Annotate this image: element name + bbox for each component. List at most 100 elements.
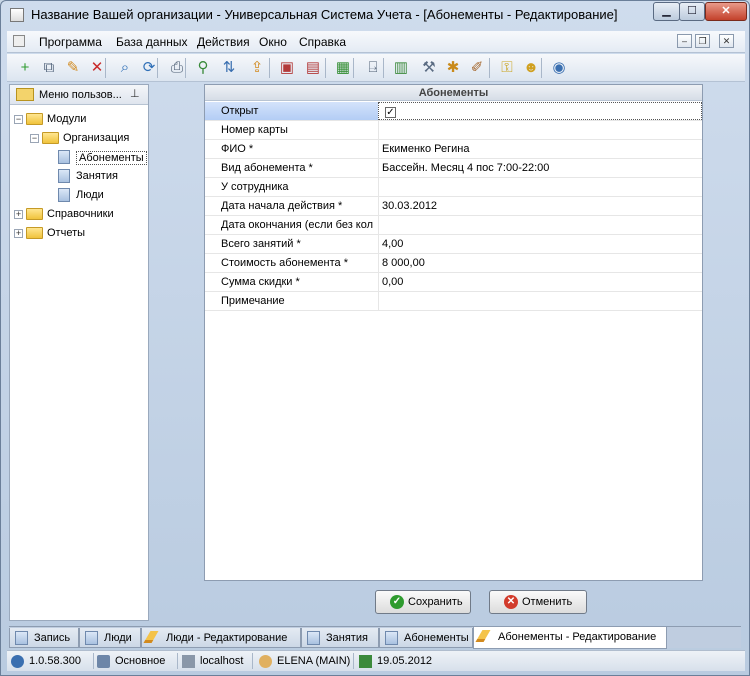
menu-help[interactable]: Справка bbox=[299, 35, 346, 49]
app-icon[interactable] bbox=[10, 8, 24, 22]
field-label: ФИО * bbox=[221, 143, 254, 155]
app-window: Название Вашей организации - Универсальн… bbox=[0, 0, 750, 676]
maximize-button[interactable]: ☐ bbox=[679, 2, 705, 21]
tools-icon[interactable]: ⚒ bbox=[419, 58, 439, 78]
field-value[interactable]: ✓ bbox=[378, 102, 702, 120]
open-checkbox[interactable]: ✓ bbox=[385, 107, 396, 118]
expander-icon[interactable]: − bbox=[14, 115, 23, 124]
field-value[interactable] bbox=[378, 178, 702, 196]
folder-icon bbox=[16, 88, 34, 101]
field-value[interactable]: Екименко Регина bbox=[378, 140, 702, 158]
refresh-icon[interactable]: ⟳ bbox=[139, 58, 159, 78]
toolbar-separator bbox=[489, 58, 490, 78]
calendar-icon[interactable]: ▥ bbox=[391, 58, 411, 78]
toolbar-separator bbox=[157, 58, 158, 78]
document-icon bbox=[58, 150, 70, 164]
form-row[interactable]: Примечание bbox=[205, 292, 702, 311]
field-value[interactable]: 0,00 bbox=[378, 273, 702, 291]
menu-database[interactable]: База данных bbox=[116, 35, 187, 49]
form-row[interactable]: Стоимость абонемента * 8 000,00 bbox=[205, 254, 702, 273]
tab-label: Занятия bbox=[326, 632, 368, 644]
field-value[interactable]: 30.03.2012 bbox=[378, 197, 702, 215]
mdi-restore-button[interactable]: ❐ bbox=[695, 34, 710, 48]
tab-0[interactable]: Запись bbox=[9, 628, 79, 648]
field-value[interactable] bbox=[378, 121, 702, 139]
pin-icon[interactable]: ⊥ bbox=[130, 87, 140, 100]
window-icon bbox=[15, 631, 28, 645]
tab-5[interactable]: Абонементы - Редактирование bbox=[473, 627, 667, 649]
expander-icon[interactable]: + bbox=[14, 229, 23, 238]
sort-icon[interactable]: ⇅ bbox=[219, 58, 239, 78]
form-row[interactable]: Номер карты bbox=[205, 121, 702, 140]
status-divider bbox=[252, 653, 253, 669]
form-row[interactable]: Дата начала действия * 30.03.2012 bbox=[205, 197, 702, 216]
field-value[interactable] bbox=[378, 292, 702, 310]
form-row[interactable]: Сумма скидки * 0,00 bbox=[205, 273, 702, 292]
toolbar-separator bbox=[269, 58, 270, 78]
excel-icon[interactable]: ▦ bbox=[333, 58, 353, 78]
mdi-minimize-button[interactable]: – bbox=[677, 34, 692, 48]
tree-item-label: Абонементы bbox=[76, 151, 147, 165]
copy-icon[interactable]: ⧉ bbox=[39, 58, 59, 78]
tab-1[interactable]: Люди bbox=[79, 628, 141, 648]
edit-form: Абонементы Открыт ✓ Номер карты ФИО * Екимен… bbox=[204, 84, 703, 581]
search-icon[interactable]: ⌕ bbox=[115, 58, 135, 78]
field-value[interactable]: 8 000,00 bbox=[378, 254, 702, 272]
form-row[interactable]: Открыт ✓ bbox=[205, 102, 702, 121]
user-icon bbox=[259, 655, 272, 668]
expander-icon[interactable]: + bbox=[14, 210, 23, 219]
help-icon[interactable]: ◉ bbox=[549, 58, 569, 78]
edit-pencil-icon bbox=[475, 630, 491, 642]
checkmark-icon: ✓ bbox=[390, 595, 404, 609]
expander-icon[interactable]: − bbox=[30, 134, 39, 143]
menu-program[interactable]: Программа bbox=[39, 35, 102, 49]
tab-3[interactable]: Занятия bbox=[301, 628, 379, 648]
document-icon[interactable] bbox=[13, 35, 25, 47]
cancel-x-icon: ✕ bbox=[504, 595, 518, 609]
mdi-close-button[interactable]: ✕ bbox=[719, 34, 734, 48]
folder-icon bbox=[26, 113, 43, 125]
add-icon[interactable]: + bbox=[15, 58, 35, 78]
settings-icon[interactable]: ✱ bbox=[443, 58, 463, 78]
form-row[interactable]: Всего занятий * 4,00 bbox=[205, 235, 702, 254]
form-row[interactable]: ФИО * Екименко Регина bbox=[205, 140, 702, 159]
exit-door-icon[interactable]: ⍈ bbox=[363, 58, 383, 78]
report-icon[interactable]: ✐ bbox=[467, 58, 487, 78]
field-label: Вид абонемента * bbox=[221, 162, 313, 174]
menu-window[interactable]: Окно bbox=[259, 35, 287, 49]
tab-2[interactable]: Люди - Редактирование bbox=[141, 628, 301, 648]
toolbar-separator bbox=[383, 58, 384, 78]
field-value-text: Бассейн. Месяц 4 пос 7:00-22:00 bbox=[382, 162, 550, 174]
toolbar-separator bbox=[541, 58, 542, 78]
field-value[interactable]: Бассейн. Месяц 4 пос 7:00-22:00 bbox=[378, 159, 702, 177]
tab-4[interactable]: Абонементы bbox=[379, 628, 473, 648]
save-button[interactable]: ✓ Сохранить bbox=[375, 590, 471, 614]
window-close-icon[interactable]: ▤ bbox=[303, 58, 323, 78]
form-row[interactable]: Вид абонемента * Бассейн. Месяц 4 пос 7:0… bbox=[205, 159, 702, 178]
field-value[interactable] bbox=[378, 216, 702, 234]
form-row[interactable]: У сотрудника bbox=[205, 178, 702, 197]
tree-item-label: Отчеты bbox=[47, 227, 86, 239]
filter-icon[interactable]: ⚲ bbox=[193, 58, 213, 78]
menu-bar: Программа База данных Действия Окно Спра… bbox=[7, 31, 745, 53]
folder-icon bbox=[42, 132, 59, 144]
form-row[interactable]: Дата окончания (если без кол bbox=[205, 216, 702, 235]
export-icon[interactable]: ⇪ bbox=[247, 58, 267, 78]
window-new-icon[interactable]: ▣ bbox=[277, 58, 297, 78]
minimize-button[interactable]: ▁ bbox=[653, 2, 680, 21]
menu-actions[interactable]: Действия bbox=[197, 35, 250, 49]
key-icon[interactable]: ⚿ bbox=[497, 58, 517, 78]
tree-item-label: Люди bbox=[76, 189, 104, 201]
title-bar[interactable]: Название Вашей организации - Универсальн… bbox=[1, 1, 749, 29]
close-button[interactable]: ✕ bbox=[705, 2, 747, 21]
delete-icon[interactable]: ✕ bbox=[87, 58, 107, 78]
cancel-button[interactable]: ✕ Отменить bbox=[489, 590, 587, 614]
users-icon[interactable]: ☻ bbox=[521, 58, 541, 78]
toolbar: + ⧉ ✎ ✕ ⌕ ⟳ ⎙ ⚲ ⇅ ⇪ ▣ ▤ ▦ ⍈ ▥ ⚒ ✱ ✐ ⚿ ☻ ◉ bbox=[7, 54, 745, 82]
print-icon[interactable]: ⎙ bbox=[167, 58, 187, 78]
server-icon bbox=[182, 655, 195, 668]
tree-item-label: Организация bbox=[63, 132, 130, 144]
field-value[interactable]: 4,00 bbox=[378, 235, 702, 253]
edit-pencil-icon[interactable]: ✎ bbox=[63, 58, 83, 78]
edit-pencil-icon bbox=[143, 631, 159, 643]
